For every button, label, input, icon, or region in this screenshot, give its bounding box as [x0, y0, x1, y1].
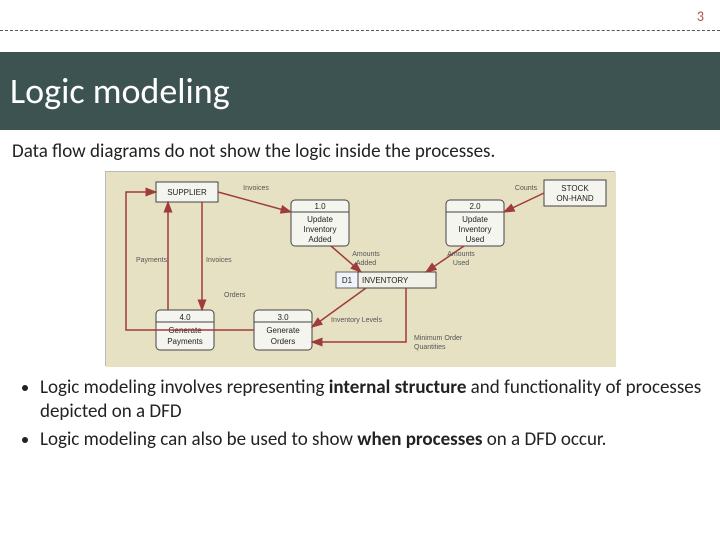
ds-id: D1: [342, 276, 353, 285]
bullet-1-pre: Logic modeling involves representing: [40, 376, 329, 399]
p3-num: 3.0: [277, 313, 289, 322]
flow-invoices2: Invoices: [206, 257, 232, 264]
p3-l2: Orders: [271, 337, 295, 346]
flow-min-order2: Quantities: [414, 344, 446, 351]
bullet-1: Logic modeling involves representing int…: [40, 376, 708, 424]
content-area: Data flow diagrams do not show the logic…: [12, 140, 708, 455]
p4-l2: Payments: [167, 337, 203, 346]
ext-stock-2: ON-HAND: [556, 194, 594, 203]
p1-l2: Inventory: [304, 225, 337, 234]
slide-title: Logic modeling: [10, 69, 230, 113]
flow-amt-used2: Used: [453, 260, 469, 267]
intro-text: Data flow diagrams do not show the logic…: [12, 140, 708, 163]
ds-name: INVENTORY: [362, 276, 409, 285]
flow-amt-used: Amounts: [447, 251, 475, 258]
p2-l2: Inventory: [459, 225, 492, 234]
flow-inv-levels: Inventory Levels: [331, 317, 382, 324]
flow-counts: Counts: [515, 185, 538, 192]
dfd-svg: SUPPLIER STOCK ON-HAND 1.0 Update Invent…: [106, 172, 616, 367]
p2-num: 2.0: [469, 202, 481, 211]
bullet-1-strong: internal structure: [329, 376, 467, 399]
bullet-2-post: on a DFD occur.: [482, 428, 606, 451]
flow-payments: Payments: [136, 257, 168, 264]
ext-stock-1: STOCK: [561, 184, 589, 193]
p1-l1: Update: [307, 215, 333, 224]
page-number: 3: [697, 8, 704, 25]
bullet-2: Logic modeling can also be used to show …: [40, 428, 708, 452]
top-divider: [0, 30, 720, 31]
p2-l1: Update: [462, 215, 488, 224]
p1-l3: Added: [308, 235, 331, 244]
dfd-diagram: SUPPLIER STOCK ON-HAND 1.0 Update Invent…: [105, 171, 615, 366]
bullet-2-strong: when processes: [357, 428, 482, 451]
flow-amt-added: Amounts: [352, 251, 380, 258]
bullet-2-pre: Logic modeling can also be used to show: [40, 428, 357, 451]
ext-supplier: SUPPLIER: [167, 188, 207, 197]
flow-orders: Orders: [224, 292, 246, 299]
flow-amt-added2: Added: [356, 260, 376, 267]
bullet-list: Logic modeling involves representing int…: [12, 376, 708, 451]
flow-invoices: Invoices: [243, 185, 269, 192]
flow-min-order1: Minimum Order: [414, 335, 463, 342]
p3-l1: Generate: [266, 326, 300, 335]
p1-num: 1.0: [314, 202, 326, 211]
p2-l3: Used: [466, 235, 485, 244]
title-band: Logic modeling: [0, 52, 720, 130]
p4-num: 4.0: [179, 313, 191, 322]
